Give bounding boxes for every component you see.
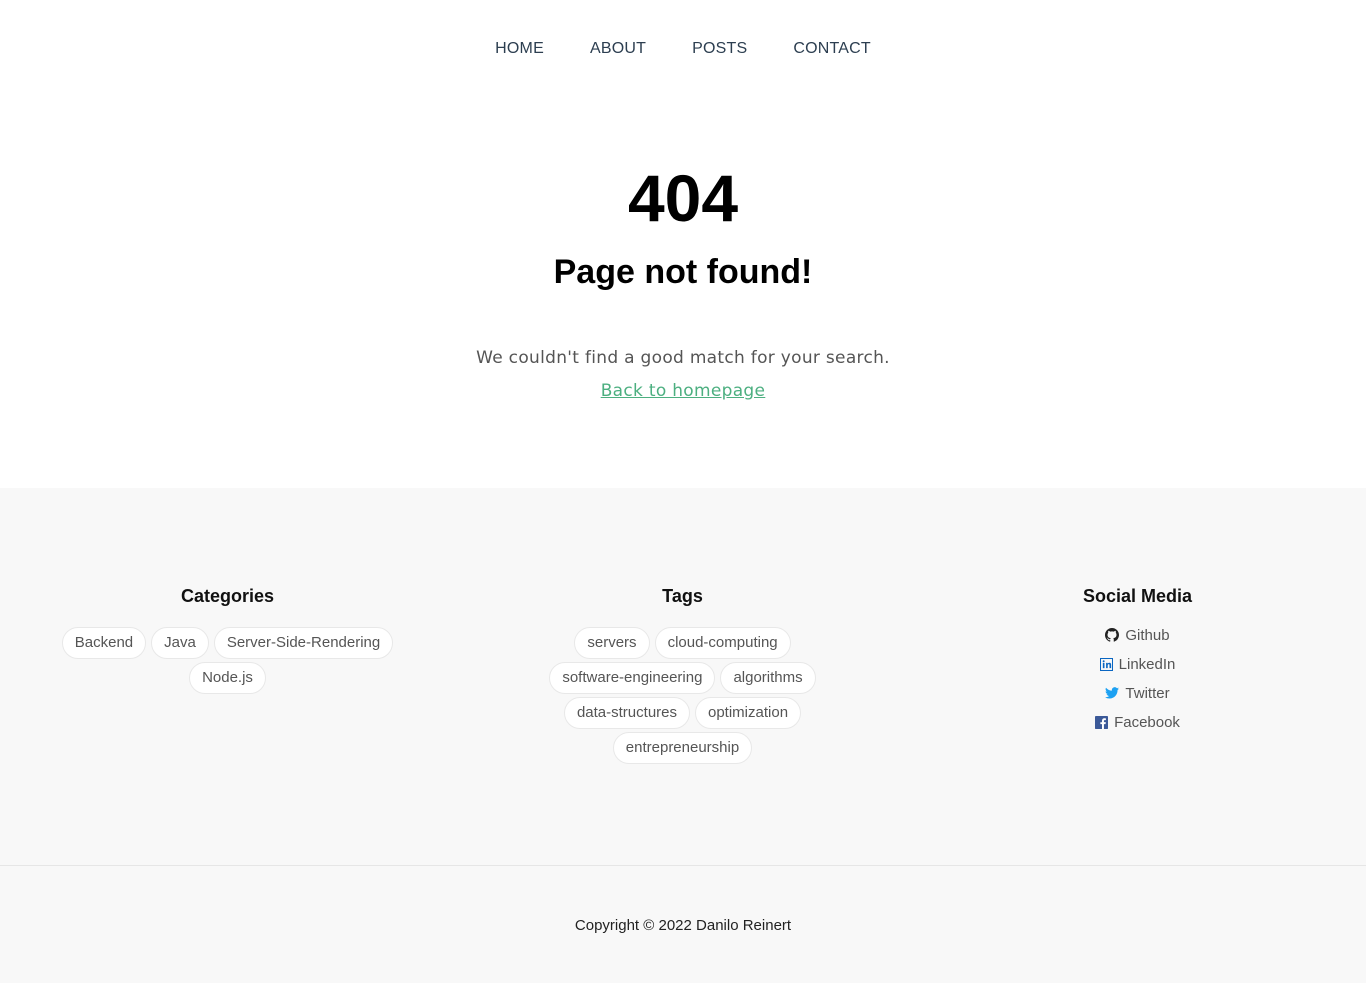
tags-column: Tags servers cloud-computing software-en… xyxy=(455,584,910,764)
top-navigation: HOME ABOUT POSTS CONTACT xyxy=(0,0,1366,98)
footer-columns: Categories Backend Java Server-Side-Rend… xyxy=(0,584,1366,764)
tag-pill[interactable]: servers xyxy=(574,627,650,659)
twitter-icon xyxy=(1105,687,1120,699)
categories-list: Backend Java Server-Side-Rendering Node.… xyxy=(58,627,398,694)
tags-heading: Tags xyxy=(662,586,703,606)
social-media-column: Social Media Github LinkedIn Twitter Fac… xyxy=(910,584,1365,764)
twitter-label: Twitter xyxy=(1125,684,1170,702)
github-label: Github xyxy=(1125,626,1170,644)
linkedin-icon xyxy=(1099,657,1113,671)
tag-pill[interactable]: data-structures xyxy=(563,697,690,729)
tags-list: servers cloud-computing software-enginee… xyxy=(538,627,828,764)
copyright-text: Copyright © 2022 Danilo Reinert xyxy=(574,916,792,934)
social-links: Github LinkedIn Twitter Facebook xyxy=(1095,624,1180,733)
linkedin-label: LinkedIn xyxy=(1118,655,1176,673)
github-link[interactable]: Github xyxy=(1105,624,1170,646)
categories-heading: Categories xyxy=(180,586,275,606)
twitter-link[interactable]: Twitter xyxy=(1105,682,1170,704)
tag-pill[interactable]: entrepreneurship xyxy=(612,732,753,764)
back-home-row: Back to homepage xyxy=(0,379,1366,403)
error-message: We couldn't find a good match for your s… xyxy=(476,348,890,368)
social-media-heading: Social Media xyxy=(1082,586,1193,606)
category-pill[interactable]: Server-Side-Rendering xyxy=(213,627,394,659)
tag-pill[interactable]: software-engineering xyxy=(549,662,716,694)
github-icon xyxy=(1105,628,1120,642)
nav-contact-link[interactable]: CONTACT xyxy=(770,40,894,58)
nav-posts-link[interactable]: POSTS xyxy=(669,40,770,58)
category-pill[interactable]: Node.js xyxy=(189,662,266,694)
tag-pill[interactable]: optimization xyxy=(695,697,802,729)
category-pill[interactable]: Backend xyxy=(61,627,147,659)
tag-pill[interactable]: cloud-computing xyxy=(654,627,791,659)
nav-menu: HOME ABOUT POSTS CONTACT xyxy=(472,40,894,58)
facebook-icon xyxy=(1095,715,1109,729)
error-code: 404 xyxy=(627,161,739,235)
category-pill[interactable]: Java xyxy=(151,627,209,659)
nav-home-link[interactable]: HOME xyxy=(472,40,567,58)
tag-pill[interactable]: algorithms xyxy=(720,662,816,694)
page-title: Page not found! xyxy=(553,253,813,291)
categories-column: Categories Backend Java Server-Side-Rend… xyxy=(0,584,455,764)
footer: Categories Backend Java Server-Side-Rend… xyxy=(0,488,1366,866)
copyright-bar: Copyright © 2022 Danilo Reinert xyxy=(0,866,1366,983)
not-found-section: 404 Page not found! We couldn't find a g… xyxy=(0,98,1366,488)
facebook-link[interactable]: Facebook xyxy=(1095,711,1180,733)
facebook-label: Facebook xyxy=(1114,713,1180,731)
back-to-homepage-link[interactable]: Back to homepage xyxy=(601,381,766,401)
linkedin-link[interactable]: LinkedIn xyxy=(1099,653,1176,675)
nav-about-link[interactable]: ABOUT xyxy=(567,40,669,58)
